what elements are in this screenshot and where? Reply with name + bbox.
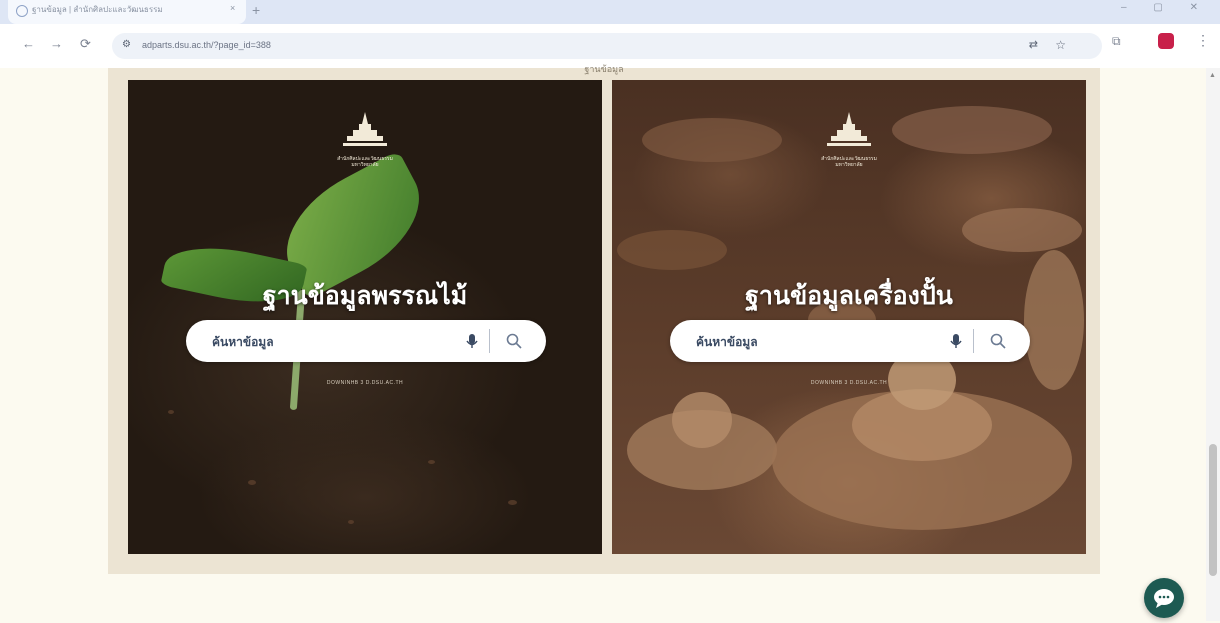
- tab-close-icon[interactable]: ×: [230, 3, 235, 13]
- back-arrow-icon[interactable]: ←: [22, 36, 35, 51]
- address-bar[interactable]: ⚙ adparts.dsu.ac.th/?page_id=388 ⇄ ☆: [112, 33, 1102, 59]
- section-heading: ฐานข้อมูล: [584, 64, 624, 74]
- soil-speck: [428, 460, 435, 464]
- emblem-label: สำนักศิลปะและวัฒนธรรม มหาวิทยาลัย: [821, 156, 877, 168]
- emblem-pagoda-icon: [343, 112, 387, 146]
- microphone-icon[interactable]: [462, 331, 482, 351]
- search-divider: [489, 329, 490, 353]
- search-input[interactable]: ค้นหาข้อมูล: [696, 333, 758, 352]
- pottery-search-bar[interactable]: ค้นหาข้อมูล: [670, 320, 1030, 362]
- page-viewport: ฐานข้อมูล สำนักศิลปะและวัฒนธรรม มหาวิทยา…: [0, 64, 1206, 621]
- database-panel: ฐานข้อมูล สำนักศิลปะและวัฒนธรรม มหาวิทยา…: [108, 64, 1100, 574]
- extensions-icon[interactable]: ⧉: [1112, 34, 1121, 49]
- soil-speck: [248, 480, 256, 485]
- card-title: ฐานข้อมูลเครื่องปั้น: [745, 282, 953, 310]
- tab-favicon-icon: [16, 5, 28, 17]
- reload-icon[interactable]: ⟳: [80, 36, 91, 52]
- powered-by-text: DOWNINHB 3 D.DSU.AC.TH: [326, 380, 404, 386]
- browser-tabstrip: ฐานข้อมูล | สำนักศิลปะและวัฒนธรรม × + – …: [0, 0, 1220, 24]
- forward-arrow-icon[interactable]: →: [50, 36, 63, 51]
- soil-speck: [168, 410, 174, 414]
- pottery-database-card[interactable]: สำนักศิลปะและวัฒนธรรม มหาวิทยาลัย ฐานข้อ…: [612, 80, 1086, 554]
- soil-speck: [348, 520, 354, 524]
- powered-by-text: DOWNINHB 3 D.DSU.AC.TH: [810, 380, 888, 386]
- site-info-icon[interactable]: ⚙: [122, 39, 134, 51]
- bookmark-star-icon[interactable]: ☆: [1055, 38, 1066, 52]
- search-input[interactable]: ค้นหาข้อมูล: [212, 333, 274, 352]
- translate-icon[interactable]: ⇄: [1029, 38, 1038, 51]
- search-icon[interactable]: [988, 331, 1008, 351]
- emblem-pagoda-icon: [827, 112, 871, 146]
- url-text[interactable]: adparts.dsu.ac.th/?page_id=388: [142, 40, 271, 50]
- university-emblem: สำนักศิลปะและวัฒนธรรม มหาวิทยาลัย: [335, 110, 395, 170]
- emblem-label: สำนักศิลปะและวัฒนธรรม มหาวิทยาลัย: [337, 156, 393, 168]
- university-emblem: สำนักศิลปะและวัฒนธรรม มหาวิทยาลัย: [819, 110, 879, 170]
- page-scrollbar[interactable]: ▲: [1206, 68, 1220, 621]
- search-divider: [973, 329, 974, 353]
- soil-speck: [508, 500, 517, 505]
- microphone-icon[interactable]: [946, 331, 966, 351]
- tab-title: ฐานข้อมูล | สำนักศิลปะและวัฒนธรรม: [32, 5, 163, 14]
- plant-search-bar[interactable]: ค้นหาข้อมูล: [186, 320, 546, 362]
- plant-database-card[interactable]: สำนักศิลปะและวัฒนธรรม มหาวิทยาลัย ฐานข้อ…: [128, 80, 602, 554]
- scroll-up-icon[interactable]: ▲: [1209, 72, 1216, 79]
- chat-button[interactable]: [1144, 578, 1184, 618]
- search-icon[interactable]: [504, 331, 524, 351]
- browser-tab[interactable]: ฐานข้อมูล | สำนักศิลปะและวัฒนธรรม ×: [8, 0, 246, 24]
- chat-bubble-icon: [1154, 589, 1174, 608]
- window-controls[interactable]: – ▢ ✕: [1121, 2, 1210, 13]
- scroll-thumb[interactable]: [1209, 444, 1217, 576]
- new-tab-button[interactable]: +: [252, 2, 260, 18]
- profile-avatar[interactable]: [1158, 33, 1174, 49]
- browser-menu-icon[interactable]: ⋮: [1196, 32, 1210, 49]
- card-title: ฐานข้อมูลพรรณไม้: [262, 282, 468, 310]
